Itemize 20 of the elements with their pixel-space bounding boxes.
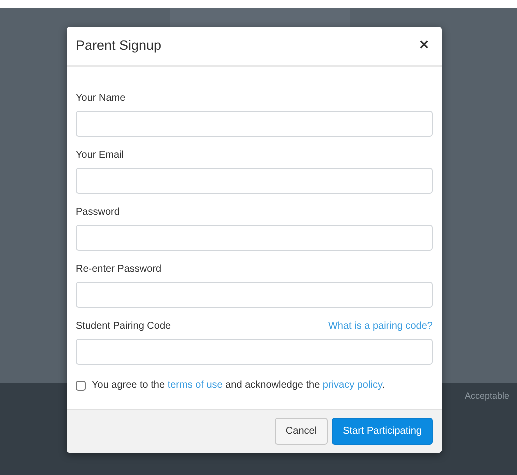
agreement-text: You agree to the terms of use and acknowledge the privacy policy. [92,379,385,393]
footer-link[interactable]: Acceptable [465,390,510,404]
help-link[interactable]: What is a pairing code? [328,319,433,334]
input-field[interactable] [76,168,433,194]
input-field[interactable] [76,225,433,251]
field-label: Re-enter Password [76,263,162,277]
field-label: Your Name [76,92,126,106]
submit-button[interactable]: Start Participating [332,418,433,445]
field-label: Student Pairing Code [76,320,172,334]
close-button[interactable]: × [416,38,432,54]
input-field[interactable] [76,339,433,365]
input-field[interactable] [76,282,433,308]
policy-link[interactable]: privacy policy [322,380,382,391]
policy-link[interactable]: terms of use [168,380,223,391]
field-label: Your Email [76,149,124,163]
cancel-button[interactable]: Cancel [274,418,328,445]
dialog-title: Parent Signup [76,36,162,55]
input-field[interactable] [76,111,433,137]
field-label: Password [76,206,120,220]
agree-checkbox[interactable] [76,380,86,390]
